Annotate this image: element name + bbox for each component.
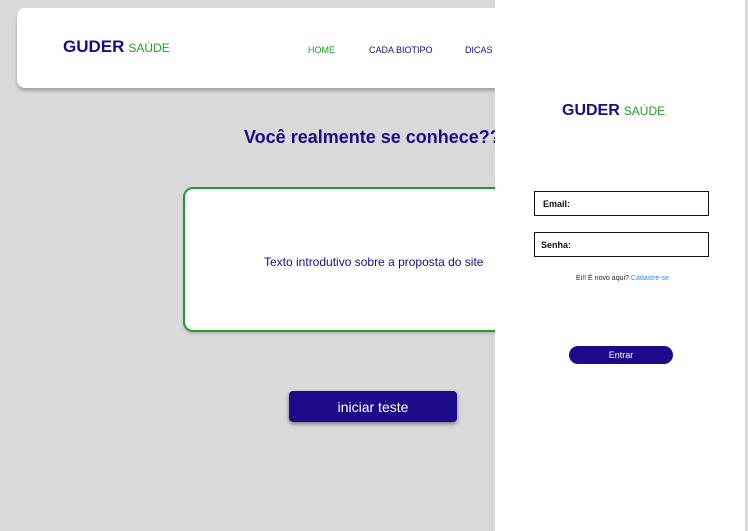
logo-main-text: GUDER [63, 37, 125, 56]
logo-sub-text: SAÚDE [128, 41, 170, 55]
nav-home-link[interactable]: HOME [308, 45, 335, 55]
login-panel: GUDER SAÚDE Email: Senha: Ei!! É novo aq… [495, 0, 745, 531]
page-headline: Você realmente se conhece?? [244, 127, 501, 147]
start-test-button[interactable]: iniciar teste [289, 391, 457, 422]
intro-text: Texto introdutivo sobre a proposta do si… [264, 255, 484, 269]
password-label: Senha: [541, 239, 572, 250]
nav-dicas-link[interactable]: DICAS [465, 45, 493, 55]
signup-prompt-line: Ei!! É novo aqui? Cadastre-se [576, 275, 669, 282]
signup-link[interactable]: Cadastre-se [631, 275, 669, 282]
login-logo: GUDER SAÚDE [562, 102, 665, 120]
password-field[interactable]: Senha: [534, 232, 709, 257]
email-label: Email: [543, 198, 571, 209]
header-logo[interactable]: GUDER SAÚDE [63, 37, 170, 57]
login-logo-sub-text: SAÚDE [623, 104, 666, 118]
nav-cada-biotipo-link[interactable]: CADA BIOTIPO [369, 45, 433, 55]
signup-prompt-text: Ei!! É novo aqui? [576, 275, 629, 282]
enter-button[interactable]: Entrar [569, 346, 673, 364]
login-logo-main-text: GUDER [562, 102, 620, 119]
email-field[interactable]: Email: [534, 191, 709, 216]
intro-card: Texto introdutivo sobre a proposta do si… [183, 187, 527, 332]
site-header: GUDER SAÚDE HOME CADA BIOTIPO DICAS [17, 8, 517, 88]
